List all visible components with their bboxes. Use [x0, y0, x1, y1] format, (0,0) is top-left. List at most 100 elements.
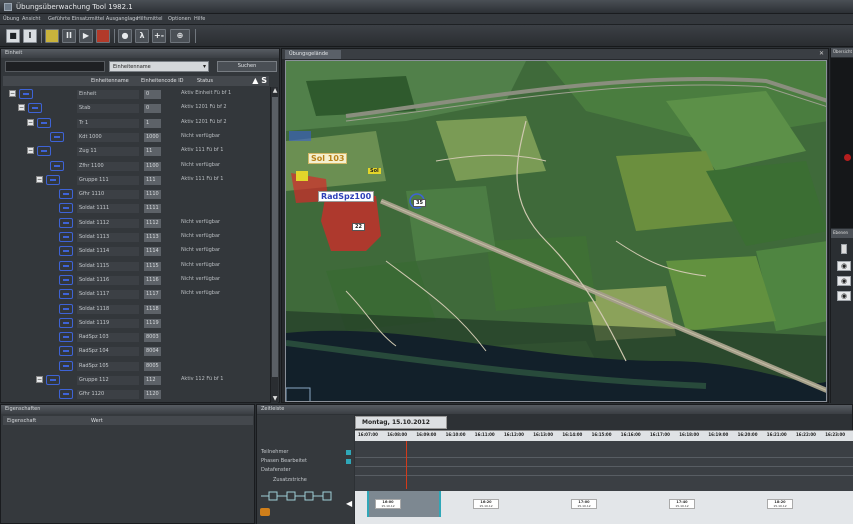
table-row[interactable]: RadSpz 105 8005: [3, 359, 269, 373]
unit-name: RadSpz 103: [77, 333, 139, 343]
info-button[interactable]: I: [23, 29, 37, 43]
table-row[interactable]: − Gruppe 111 111 Aktiv 111 Fü bf 1: [3, 173, 269, 187]
table-row[interactable]: Soldat 1112 1112 Nicht verfügbar: [3, 216, 269, 230]
table-row[interactable]: Soldat 1118 1118: [3, 302, 269, 316]
collapse-icon[interactable]: −: [36, 175, 43, 183]
table-row[interactable]: Soldat 1113 1113 Nicht verfügbar: [3, 230, 269, 244]
table-row[interactable]: Soldat 1116 1116 Nicht verfügbar: [3, 273, 269, 287]
overview-track[interactable]: 16:00 15.10.12 16:20 15.10.12 17:00 15.10.12 1…: [355, 491, 853, 524]
unit-symbol-icon: [59, 303, 73, 314]
phase-chain[interactable]: [261, 490, 349, 502]
table-row[interactable]: Gfhr 1120 1120: [3, 387, 269, 401]
time-tick: 16:11:00: [474, 432, 495, 437]
menu-item-einsatzmittel[interactable]: Geführte Einsatzmittel Ausganglage: [48, 16, 138, 22]
zoom-button[interactable]: +-: [152, 29, 166, 43]
time-tick: 16:21:00: [766, 432, 787, 437]
properties-col-value: Wert: [91, 418, 103, 424]
unit-name: Zfhr 1100: [77, 161, 139, 171]
filter-select[interactable]: Einheitenname ▾: [109, 61, 209, 72]
toolbar-separator: [114, 29, 115, 43]
unit-symbol-icon: [59, 317, 73, 328]
table-row[interactable]: Soldat 1119 1119: [3, 316, 269, 330]
table-row[interactable]: Soldat 1117 1117 Nicht verfügbar: [3, 287, 269, 301]
filter-row: Einheitenname ▾ Suchen: [5, 61, 277, 73]
table-row[interactable]: − Gruppe 112 112 Aktiv 112 Fü bf 1: [3, 373, 269, 387]
play-button[interactable]: ▶: [79, 29, 93, 43]
tab-map[interactable]: Übungsgelände: [285, 50, 341, 59]
menu-item-uebung[interactable]: Übung: [3, 16, 19, 22]
unit-symbol-icon: [59, 217, 73, 228]
rewind-button[interactable]: [45, 29, 59, 43]
filter-input[interactable]: [5, 61, 105, 72]
map-label-radspz[interactable]: RadSpz100: [318, 191, 375, 202]
chevron-left-icon[interactable]: ◀: [346, 499, 354, 509]
menu-item-ansicht[interactable]: Ansicht: [22, 16, 40, 22]
table-row[interactable]: Zfhr 1100 1100 Nicht verfügbar: [3, 159, 269, 173]
collapse-icon[interactable]: −: [36, 376, 43, 383]
sort-icon[interactable]: ▲ S: [252, 76, 267, 85]
scroll-up-icon[interactable]: ▲: [271, 87, 279, 95]
unit-code: 1117: [144, 290, 161, 300]
unit-code: 1000: [144, 132, 161, 142]
table-row[interactable]: Soldat 1111 1111: [3, 201, 269, 215]
table-row[interactable]: Soldat 1114 1114 Nicht verfügbar: [3, 244, 269, 258]
map-label-yellow[interactable]: Sol: [368, 168, 381, 174]
table-row[interactable]: − Zug 11 11 Aktiv 111 Fü bf 1: [3, 144, 269, 158]
table-row[interactable]: − Stab 0 Aktiv 1201 Fü bf 2: [3, 101, 269, 115]
unit-symbol-icon: [59, 203, 73, 214]
time-tick: 16:17:00: [650, 432, 670, 437]
table-row[interactable]: − Einheit 0 Aktiv Einheit Fü bf 1: [3, 87, 269, 101]
table-row[interactable]: Gfhr 1110 1110: [3, 187, 269, 201]
unit-name: Gfhr 1110: [77, 190, 139, 200]
map-label-35[interactable]: 35: [413, 199, 426, 207]
table-row[interactable]: − Tr 1 1 Aktiv 1201 Fü bf 2: [3, 116, 269, 130]
menu-item-optionen[interactable]: Optionen: [168, 16, 191, 22]
unit-name: Gfhr 1120: [77, 390, 139, 400]
search-button[interactable]: Suchen: [217, 61, 277, 72]
table-row[interactable]: RadSpz 104 8004: [3, 344, 269, 358]
overview-title: Übersicht: [831, 48, 853, 57]
eye-icon[interactable]: ◉: [837, 291, 851, 301]
time-tick: 16:18:00: [679, 432, 700, 437]
table-row[interactable]: Kdt 1000 1000 Nicht verfügbar: [3, 130, 269, 144]
unit-name: Gruppe 112: [77, 376, 139, 385]
unit-symbol-icon: [19, 89, 33, 99]
unit-status: Nicht verfügbar: [181, 233, 221, 239]
overview-view: [831, 58, 853, 228]
anchor-icon[interactable]: [260, 508, 270, 516]
eye-icon[interactable]: ◉: [837, 261, 851, 271]
scrollbar-thumb[interactable]: [272, 97, 278, 377]
collapse-icon[interactable]: −: [27, 118, 34, 126]
menu-item-hilfsmittel[interactable]: Hilfsmittel: [137, 16, 163, 22]
close-icon[interactable]: ✕: [819, 50, 824, 57]
lambda-button[interactable]: λ: [135, 29, 149, 43]
overview-tick-date: 15.10.12: [577, 504, 591, 508]
settings-button[interactable]: ⊕: [170, 29, 190, 43]
unit-name: Soldat 1117: [77, 290, 139, 300]
collapse-icon[interactable]: −: [9, 90, 16, 97]
eye-icon[interactable]: ◉: [837, 276, 851, 286]
pause-button[interactable]: II: [62, 29, 76, 43]
camera-button[interactable]: ●: [118, 29, 132, 43]
collapse-icon[interactable]: −: [18, 104, 25, 112]
unit-name: Soldat 1114: [77, 247, 139, 257]
unit-tree-scrollbar[interactable]: ▲ ▼: [270, 87, 278, 403]
table-row[interactable]: Soldat 1115 1115 Nicht verfügbar: [3, 259, 269, 273]
stop-button[interactable]: [96, 29, 110, 43]
toolbar: ■ I II ▶ ● λ +- ⊕: [0, 25, 853, 47]
column-header-status[interactable]: Status: [197, 78, 213, 84]
lane-label: Phasen Bearbeitet: [261, 458, 307, 464]
menu-item-hilfe[interactable]: Hilfe: [194, 16, 205, 22]
time-scale[interactable]: 16:07:00 16:08:00 16:09:00 16:10:00 16:11:00…: [355, 430, 853, 441]
map-view[interactable]: Sol 103 RadSpz100 35 22 Sol: [285, 60, 827, 402]
timeline-panel: Zeitleiste Teilnehmer Phasen Bearbeitet …: [256, 404, 853, 524]
map-label-22[interactable]: 22: [352, 223, 365, 231]
collapse-icon[interactable]: −: [27, 147, 34, 155]
new-button[interactable]: ■: [6, 29, 20, 43]
column-header-name[interactable]: Einheitenname: [91, 78, 129, 84]
map-label-sol[interactable]: Sol 103: [308, 153, 348, 164]
table-row[interactable]: RadSpz 103 8003: [3, 330, 269, 344]
scroll-down-icon[interactable]: ▼: [271, 395, 279, 403]
time-cursor[interactable]: [406, 441, 407, 489]
column-header-code[interactable]: Einheitencode ID: [141, 78, 184, 84]
